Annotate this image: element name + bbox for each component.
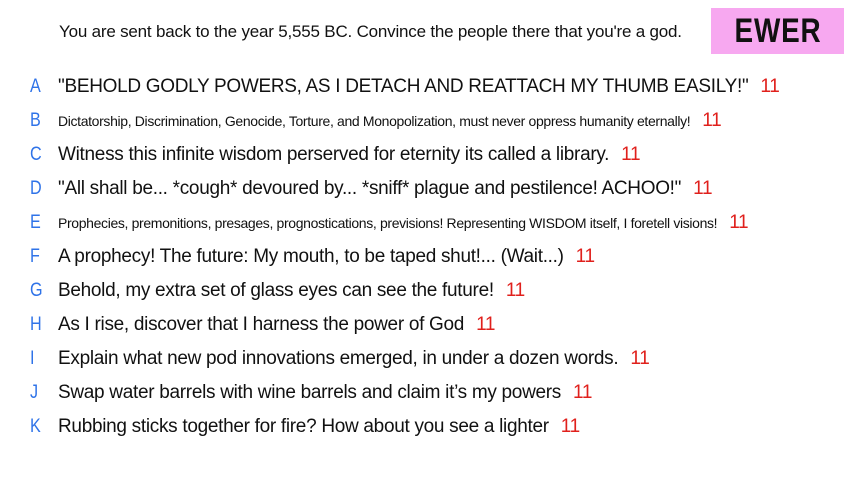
answer-letter: A: [30, 76, 41, 97]
answer-text-content: "All shall be... *cough* devoured by... …: [58, 178, 682, 199]
answer-row[interactable]: I Explain what new pod innovations emerg…: [0, 342, 853, 376]
player-name: EWER: [734, 11, 821, 50]
answer-score: 11: [729, 212, 749, 233]
answer-text-content: Rubbing sticks together for fire? How ab…: [58, 416, 549, 437]
player-name-badge: EWER: [711, 8, 844, 54]
answer-text-content: "BEHOLD GODLY POWERS, AS I DETACH AND RE…: [58, 76, 749, 97]
answer-text-content: Dictatorship, Discrimination, Genocide, …: [58, 113, 691, 129]
answer-row[interactable]: G Behold, my extra set of glass eyes can…: [0, 274, 853, 308]
answer-letter: C: [30, 144, 42, 165]
answer-letter: F: [30, 246, 40, 267]
answer-text-content: Prophecies, premonitions, presages, prog…: [58, 215, 718, 231]
answer-row[interactable]: B Dictatorship, Discrimination, Genocide…: [0, 104, 853, 138]
answer-score: 11: [702, 110, 722, 131]
answer-text: Rubbing sticks together for fire? How ab…: [58, 416, 580, 438]
answer-score: 11: [575, 246, 595, 267]
answer-letter: D: [30, 178, 42, 199]
answer-row[interactable]: C Witness this infinite wisdom perserved…: [0, 138, 853, 172]
answer-score: 11: [630, 348, 650, 369]
answer-text: "All shall be... *cough* devoured by... …: [58, 178, 713, 200]
answer-text: Explain what new pod innovations emerged…: [58, 348, 650, 370]
answer-letter: K: [30, 416, 41, 437]
answer-text-content: A prophecy! The future: My mouth, to be …: [58, 246, 564, 267]
answer-text: "BEHOLD GODLY POWERS, AS I DETACH AND RE…: [58, 76, 780, 98]
answer-text: Witness this infinite wisdom perserved f…: [58, 144, 641, 166]
answer-text-content: Witness this infinite wisdom perserved f…: [58, 144, 610, 165]
answer-letter: E: [30, 212, 41, 233]
answer-text: Prophecies, premonitions, presages, prog…: [58, 212, 749, 234]
answer-score: 11: [476, 314, 496, 335]
answer-row[interactable]: F A prophecy! The future: My mouth, to b…: [0, 240, 853, 274]
answer-row[interactable]: E Prophecies, premonitions, presages, pr…: [0, 206, 853, 240]
answer-text-content: As I rise, discover that I harness the p…: [58, 314, 465, 335]
answer-score: 11: [505, 280, 525, 301]
answer-score: 11: [693, 178, 713, 199]
answer-row[interactable]: K Rubbing sticks together for fire? How …: [0, 410, 853, 444]
answer-score: 11: [621, 144, 641, 165]
answer-text: A prophecy! The future: My mouth, to be …: [58, 246, 595, 268]
answer-text: Swap water barrels with wine barrels and…: [58, 382, 592, 404]
answer-text: Dictatorship, Discrimination, Genocide, …: [58, 110, 722, 132]
answer-letter: H: [30, 314, 42, 335]
answer-row[interactable]: J Swap water barrels with wine barrels a…: [0, 376, 853, 410]
answer-row[interactable]: D "All shall be... *cough* devoured by..…: [0, 172, 853, 206]
answer-letter: B: [30, 110, 41, 131]
answer-score: 11: [560, 416, 580, 437]
answer-text-content: Explain what new pod innovations emerged…: [58, 348, 619, 369]
answer-text: Behold, my extra set of glass eyes can s…: [58, 280, 525, 302]
answer-text-content: Behold, my extra set of glass eyes can s…: [58, 280, 494, 301]
answer-row[interactable]: H As I rise, discover that I harness the…: [0, 308, 853, 342]
answer-score: 11: [573, 382, 593, 403]
answer-letter: G: [30, 280, 43, 301]
prompt-text: You are sent back to the year 5,555 BC. …: [59, 22, 682, 41]
answer-text: As I rise, discover that I harness the p…: [58, 314, 496, 336]
answer-letter: I: [30, 348, 35, 369]
answer-text-content: Swap water barrels with wine barrels and…: [58, 382, 561, 403]
answer-row[interactable]: A "BEHOLD GODLY POWERS, AS I DETACH AND …: [0, 70, 853, 104]
answer-score: 11: [760, 76, 780, 97]
answer-letter: J: [30, 382, 39, 403]
